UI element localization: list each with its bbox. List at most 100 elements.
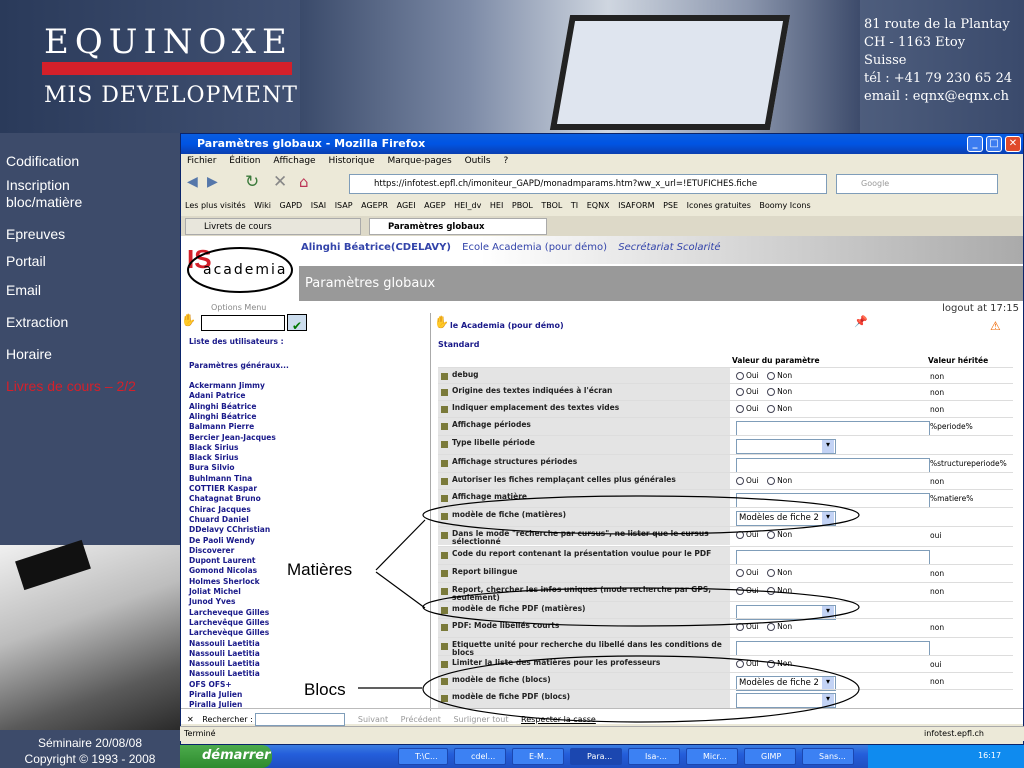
home-icon[interactable]: ⌂ (299, 173, 309, 191)
user-list-item[interactable]: Nassouli Laetitia (189, 639, 260, 649)
menu-outils[interactable]: Outils (465, 156, 491, 166)
radio-oui[interactable] (736, 587, 744, 595)
taskbar-item[interactable]: Micr... (686, 748, 738, 765)
user-list-item[interactable]: De Paoli Wendy (189, 536, 255, 546)
user-list-item[interactable]: Dupont Laurent (189, 556, 256, 566)
bookmark-item[interactable]: EQNX (587, 201, 610, 210)
nav-extraction[interactable]: Extraction (6, 314, 68, 331)
nav-inscription[interactable]: Inscription bloc/matière (6, 177, 116, 211)
bookmark-item[interactable]: ISAI (311, 201, 326, 210)
taskbar-item[interactable]: E-M... (512, 748, 564, 765)
radio-non[interactable] (767, 623, 776, 631)
bookmark-item[interactable]: PBOL (512, 201, 533, 210)
user-list-item[interactable]: DDelavy CChristian (189, 525, 270, 535)
bookmark-item[interactable]: AGEPR (361, 201, 388, 210)
param-text-input[interactable] (736, 550, 930, 565)
warning-icon[interactable]: ⚠ (990, 319, 1001, 333)
validate-button[interactable]: ✔ (287, 314, 307, 333)
maximize-icon[interactable]: □ (986, 136, 1002, 152)
user-list-item[interactable]: Ackermann Jimmy (189, 381, 265, 391)
reload-icon[interactable]: ↻ (245, 172, 259, 192)
menu-historique[interactable]: Historique (328, 156, 374, 166)
user-list-item[interactable]: Gomond Nicolas (189, 566, 257, 576)
radio-oui[interactable] (736, 477, 744, 485)
taskbar-item[interactable]: Para... (570, 748, 622, 765)
bookmark-item[interactable]: Boomy Icons (759, 201, 810, 210)
user-list-item[interactable]: Chirac Jacques (189, 505, 251, 515)
radio-oui[interactable] (736, 388, 744, 396)
options-menu[interactable]: Options Menu (211, 303, 301, 312)
tab-livrets[interactable]: Livrets de cours (185, 218, 361, 235)
param-text-input[interactable] (736, 458, 930, 473)
stop-icon[interactable]: ✕ (273, 172, 287, 192)
bookmark-item[interactable]: TI (571, 201, 578, 210)
user-list-item[interactable]: Alinghi Béatrice (189, 402, 256, 412)
user-list-item[interactable]: Black Sirius (189, 443, 238, 453)
user-list-item[interactable]: Nassouli Laetitia (189, 649, 260, 659)
bookmark-item[interactable]: AGEP (424, 201, 445, 210)
url-bar[interactable]: https://infotest.epfl.ch/imoniteur_GAPD/… (349, 174, 827, 194)
menu-help[interactable]: ? (503, 156, 508, 166)
user-list-item[interactable]: Buhlmann Tina (189, 474, 252, 484)
radio-non[interactable] (767, 569, 776, 577)
bookmark-item[interactable]: TBOL (541, 201, 562, 210)
param-text-input[interactable] (736, 493, 930, 508)
general-params-link[interactable]: Paramètres généraux... (189, 361, 289, 370)
user-list-item[interactable]: Adani Patrice (189, 391, 246, 401)
bookmark-item[interactable]: ISAFORM (618, 201, 654, 210)
bookmark-item[interactable]: AGEI (397, 201, 416, 210)
radio-oui[interactable] (736, 623, 744, 631)
nav-horaire[interactable]: Horaire (6, 346, 52, 363)
bookmark-item[interactable]: PSE (663, 201, 678, 210)
radio-oui[interactable] (736, 569, 744, 577)
user-list-item[interactable]: Nassouli Laetitia (189, 659, 260, 669)
radio-oui[interactable] (736, 372, 744, 380)
user-list-item[interactable]: Alinghi Béatrice (189, 412, 256, 422)
nav-email[interactable]: Email (6, 282, 41, 299)
find-next-button[interactable]: Suivant (358, 715, 388, 724)
nav-codification[interactable]: Codification (6, 153, 79, 170)
menu-affichage[interactable]: Affichage (273, 156, 315, 166)
back-icon[interactable]: ◀ (187, 174, 198, 190)
bookmark-item[interactable]: Icones gratuites (687, 201, 751, 210)
radio-non[interactable] (767, 477, 776, 485)
radio-non[interactable] (767, 372, 776, 380)
taskbar-item[interactable]: T:\C... (398, 748, 448, 765)
user-list-item[interactable]: Junod Yves (189, 597, 235, 607)
param-select[interactable]: Modèles de fiche 2 (736, 511, 836, 526)
taskbar-item[interactable]: Isa-... (628, 748, 680, 765)
radio-non[interactable] (767, 587, 776, 595)
findbar-close-icon[interactable]: ✕ (187, 715, 194, 724)
bookmark-item[interactable]: GAPD (280, 201, 303, 210)
nav-epreuves[interactable]: Epreuves (6, 226, 65, 243)
search-input[interactable]: Google (836, 174, 998, 194)
menu-edition[interactable]: Édition (229, 156, 260, 166)
user-list-item[interactable]: Larchevèque Gilles (189, 628, 269, 638)
user-list-item[interactable]: Joliat Michel (189, 587, 241, 597)
user-list-item[interactable]: Chuard Daniel (189, 515, 249, 525)
taskbar-item[interactable]: cdel... (454, 748, 506, 765)
param-select[interactable] (736, 693, 836, 708)
user-list-item[interactable]: Chatagnat Bruno (189, 494, 261, 504)
start-button[interactable]: démarrer (180, 745, 272, 768)
highlight-all-button[interactable]: Surligner tout (453, 715, 508, 724)
user-list-item[interactable]: Larchevêque Gilles (189, 618, 269, 628)
param-text-input[interactable] (736, 641, 930, 656)
user-list-item[interactable]: Bercier Jean-Jacques (189, 433, 276, 443)
user-list-item[interactable]: Nassouli Laetitia (189, 669, 260, 679)
radio-oui[interactable] (736, 660, 744, 668)
bookmark-item[interactable]: HEI (490, 201, 503, 210)
param-text-input[interactable] (736, 421, 930, 436)
bookmark-item[interactable]: Les plus visités (185, 201, 246, 210)
pin-icon[interactable]: 📌 (854, 315, 868, 328)
find-prev-button[interactable]: Précédent (401, 715, 441, 724)
user-list-item[interactable]: COTTIER Kaspar (189, 484, 257, 494)
bookmark-item[interactable]: Wiki (254, 201, 271, 210)
user-search-input[interactable] (201, 315, 285, 331)
radio-oui[interactable] (736, 405, 744, 413)
taskbar-item[interactable]: GIMP (744, 748, 796, 765)
user-list-item[interactable]: Piralla Julien (189, 690, 242, 700)
nav-portail[interactable]: Portail (6, 253, 46, 270)
user-list-item[interactable]: Balmann Pierre (189, 422, 254, 432)
bookmark-item[interactable]: ISAP (335, 201, 353, 210)
